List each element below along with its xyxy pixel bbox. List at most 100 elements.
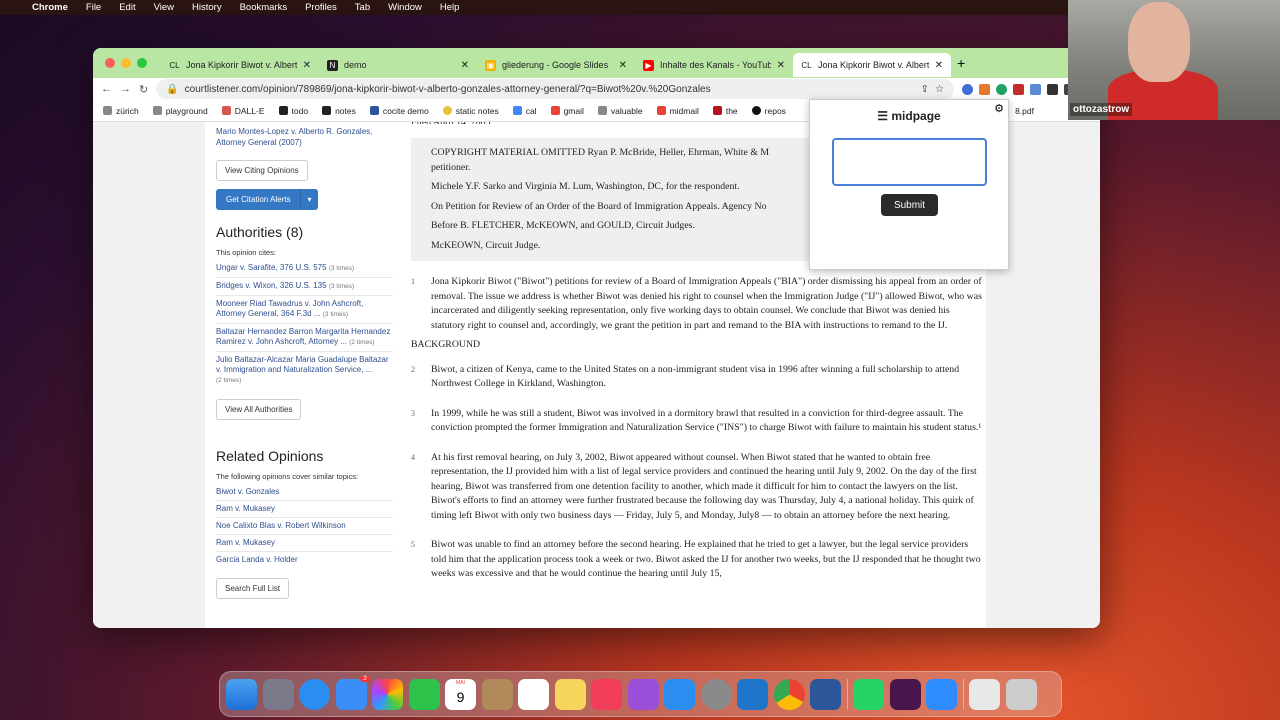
bookmark-item[interactable]: 8.pdf [1015,106,1034,116]
notes-icon[interactable] [554,678,586,710]
trash-icon[interactable] [1005,678,1037,710]
menu-tab[interactable]: Tab [355,2,370,13]
tab-youtube[interactable]: ▶ Inhalte des Kanals - YouTube S ✕ [635,53,793,77]
menu-window[interactable]: Window [388,2,422,13]
gear-icon[interactable]: ⚙ [994,102,1004,115]
person-face [1128,2,1190,82]
bookmark-item[interactable]: todo [278,105,309,116]
window-controls [93,58,161,68]
tab-label: gliederung - Google Slides [502,60,609,70]
extension-icon[interactable] [996,83,1007,95]
bookmark-item[interactable]: gmail [550,106,584,116]
tab-demo[interactable]: Ndemo ✕ [319,53,477,77]
submit-button[interactable]: Submit [881,194,938,216]
chrome-icon[interactable] [773,678,805,710]
close-tab-icon[interactable]: ✕ [619,60,627,71]
share-icon[interactable]: ⇪ [921,84,929,95]
bookmark-item[interactable]: static notes [442,106,499,116]
bookmark-item[interactable]: midmail [656,106,699,116]
bookmark-item[interactable]: the [712,106,738,116]
app-store-icon[interactable] [664,678,695,710]
authority-item: Julio Baltazar-Alcazar Maria Guadalupe B… [216,352,393,389]
view-citing-opinions-button[interactable]: View Citing Opinions [216,160,308,181]
reload-icon[interactable]: ↻ [139,83,148,96]
close-tab-icon[interactable]: ✕ [935,60,943,71]
extension-icon[interactable] [1013,83,1024,95]
midpage-extension-icon[interactable] [1047,83,1058,95]
tab-label: Jona Kipkorir Biwot v. Alberto [818,60,929,70]
menu-file[interactable]: File [86,2,101,13]
midpage-query-input[interactable] [832,138,987,186]
reminders-icon[interactable] [518,678,549,710]
bookmark-item[interactable]: playground [152,106,208,116]
minimize-window-button[interactable] [121,58,131,68]
related-link[interactable]: Biwot v. Gonzales [216,487,279,496]
downloads-icon[interactable] [969,678,1000,710]
authority-link[interactable]: Bridges v. Wixon, 326 U.S. 135 [216,281,327,290]
mail-icon[interactable]: 3 [335,675,370,710]
close-tab-icon[interactable]: ✕ [461,60,469,71]
related-item: Noe Calixto Blas v. Robert Wilkinson [216,518,393,535]
bookmark-item[interactable]: valuable [597,106,643,116]
menu-profiles[interactable]: Profiles [305,2,337,13]
extension-icon[interactable] [962,83,973,95]
podcasts-icon[interactable] [627,678,659,710]
related-link[interactable]: Ram v. Mukasey [216,538,275,547]
whatsapp-icon[interactable] [853,678,884,710]
system-settings-icon[interactable] [700,678,732,710]
tab-courtlistener-active[interactable]: CL Jona Kipkorir Biwot v. Alberto ✕ [793,53,951,77]
tab-courtlistener-1[interactable]: CL Jona Kipkorir Biwot v. Alberto ✕ [161,53,319,77]
contacts-icon[interactable] [481,678,513,710]
zoom-window-button[interactable] [137,58,147,68]
music-icon[interactable] [591,678,622,710]
search-full-list-button[interactable]: Search Full List [216,578,290,599]
related-link[interactable]: Noe Calixto Blas v. Robert Wilkinson [216,521,346,530]
bookmark-item[interactable]: notes [322,106,356,116]
bookmark-item[interactable]: cocite demo [369,106,429,116]
related-link[interactable]: Ram v. Mukasey [216,504,275,513]
menu-app-name[interactable]: Chrome [32,2,68,13]
finder-icon[interactable] [226,678,257,710]
authority-item: Baltazar Hernandez Barron Margarita Hern… [216,324,393,352]
extension-icon[interactable] [1030,83,1041,95]
calendar-icon[interactable]: MAI 9 [445,678,476,710]
tab-google-slides[interactable]: ▣ gliederung - Google Slides ✕ [477,53,635,77]
bookmark-item[interactable]: DALL-E [221,106,265,116]
close-tab-icon[interactable]: ✕ [777,60,785,71]
bookmark-label: zürich [116,105,139,116]
vscode-icon[interactable] [737,678,768,710]
bookmark-item[interactable]: zürich [103,106,139,116]
authority-link[interactable]: Julio Baltazar-Alcazar Maria Guadalupe B… [216,355,389,374]
related-link[interactable]: Garcia Landa v. Holder [216,555,298,564]
address-bar[interactable]: 🔒 courtlistener.com/opinion/789869/jona-k… [156,79,954,99]
menu-bookmarks[interactable]: Bookmarks [240,2,288,13]
zoom-icon[interactable] [926,678,957,710]
close-window-button[interactable] [105,58,115,68]
related-case-link[interactable]: Mario Montes-Lopez v. Alberto R. Gonzale… [216,127,372,147]
menu-edit[interactable]: Edit [119,2,135,13]
new-tab-icon[interactable]: + [957,55,965,71]
back-icon[interactable]: ← [101,83,112,95]
youtube-icon: ▶ [643,59,654,71]
bookmark-star-icon[interactable]: ☆ [935,84,944,95]
menu-view[interactable]: View [154,2,174,13]
forward-icon[interactable]: → [120,83,131,95]
bookmark-item[interactable]: cal [512,106,537,116]
get-citation-alerts-button[interactable]: Get Citation Alerts ▾ [216,189,318,210]
menu-help[interactable]: Help [440,2,460,13]
word-icon[interactable] [810,678,841,710]
caret-down-icon[interactable]: ▾ [300,189,317,210]
launchpad-icon[interactable] [262,678,294,710]
authority-link[interactable]: Ungar v. Sarafite, 376 U.S. 575 [216,263,327,272]
view-all-authorities-button[interactable]: View All Authorities [216,399,302,420]
safari-icon[interactable] [299,678,330,710]
slack-icon[interactable] [889,678,921,710]
photos-icon[interactable] [372,678,403,710]
close-tab-icon[interactable]: ✕ [303,60,311,71]
menu-history[interactable]: History [192,2,222,13]
bookmark-item[interactable]: repos [751,106,786,116]
section-heading: BACKGROUND [411,339,481,350]
extension-icon[interactable] [979,83,990,95]
bookmark-label: todo [291,105,309,116]
facetime-icon[interactable] [408,678,440,710]
